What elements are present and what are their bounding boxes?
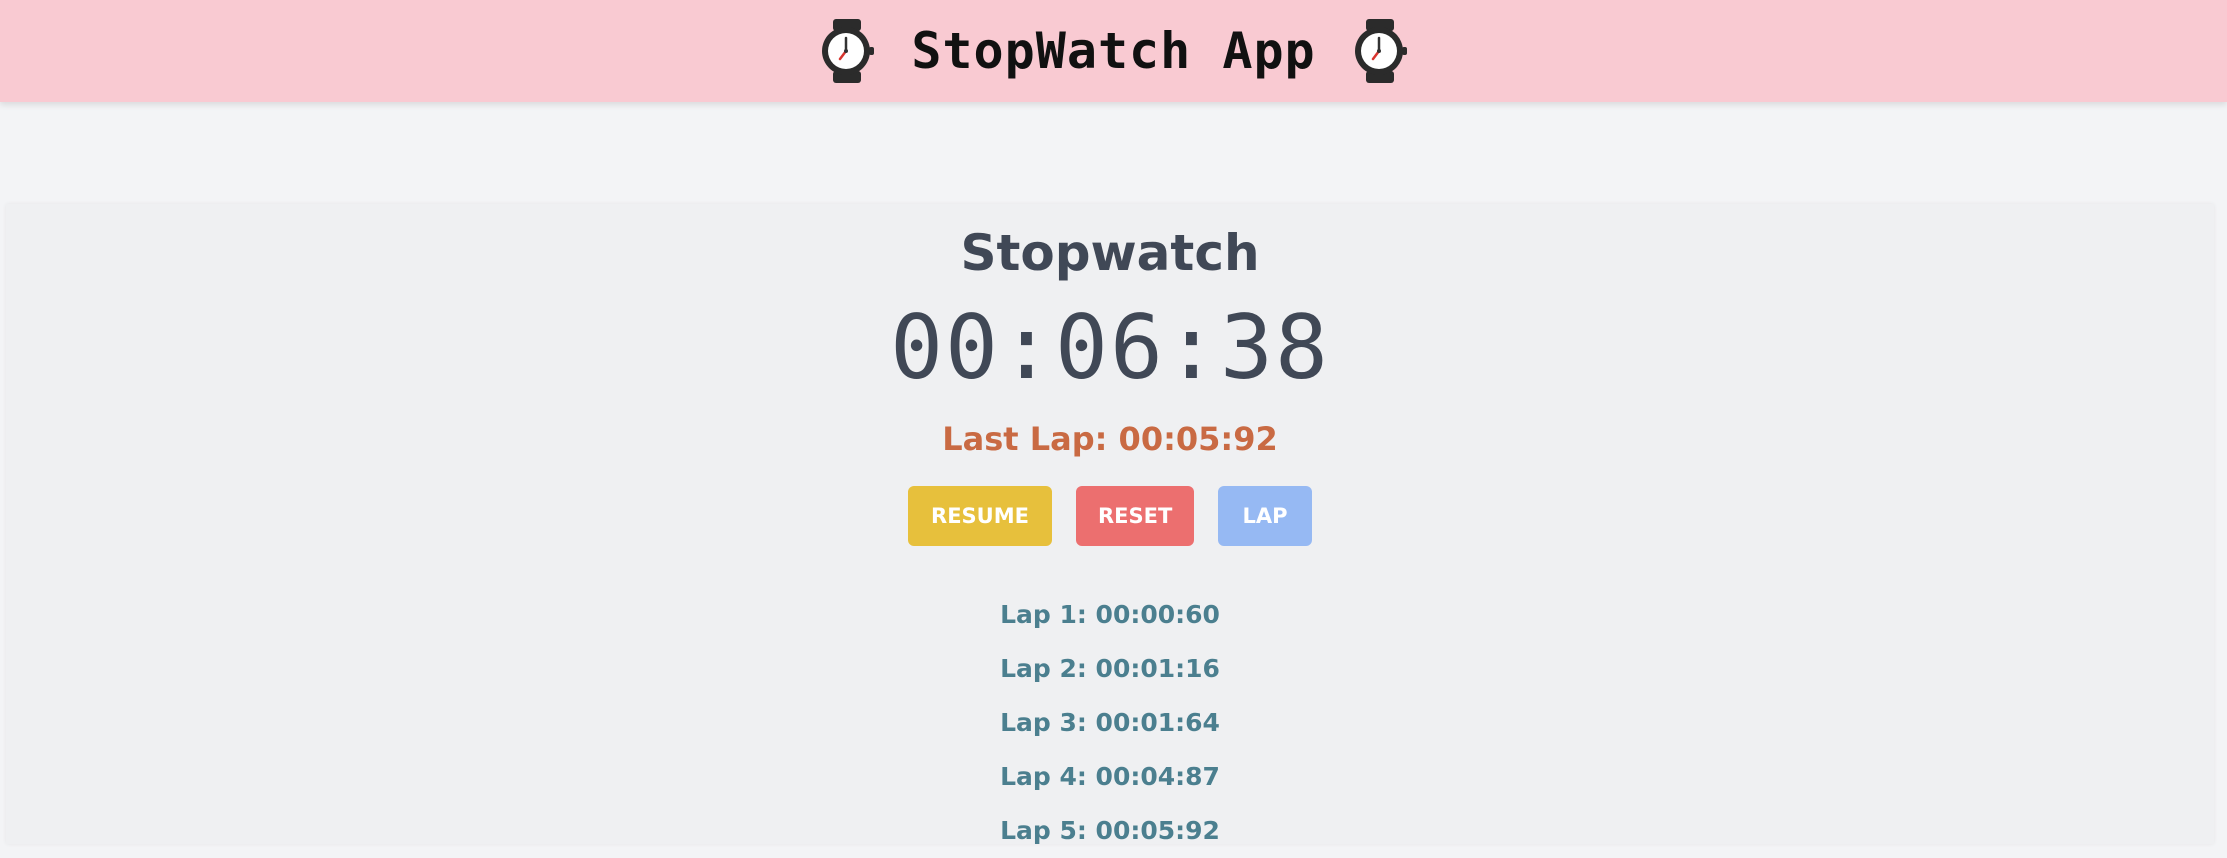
last-lap-text: Last Lap: 00:05:92 bbox=[942, 420, 1278, 458]
app-header: StopWatch App bbox=[0, 0, 2227, 102]
lap-item: Lap 3: 00:01:64 bbox=[1000, 708, 1220, 737]
lap-item: Lap 5: 00:05:92 bbox=[1000, 816, 1220, 845]
stopwatch-card: Stopwatch 00:06:38 Last Lap: 00:05:92 RE… bbox=[6, 204, 2214, 845]
timer-display: 00:06:38 bbox=[890, 296, 1330, 399]
wristwatch-icon bbox=[822, 19, 875, 83]
app-title: StopWatch App bbox=[911, 22, 1316, 80]
resume-button[interactable]: RESUME bbox=[908, 486, 1052, 546]
lap-item: Lap 2: 00:01:16 bbox=[1000, 654, 1220, 683]
lap-list: Lap 1: 00:00:60 Lap 2: 00:01:16 Lap 3: 0… bbox=[6, 588, 2214, 858]
control-buttons: RESUME RESET LAP bbox=[6, 486, 2214, 546]
lap-item: Lap 1: 00:00:60 bbox=[1000, 600, 1220, 629]
reset-button[interactable]: RESET bbox=[1076, 486, 1194, 546]
lap-item: Lap 4: 00:04:87 bbox=[1000, 762, 1220, 791]
lap-button[interactable]: LAP bbox=[1218, 486, 1312, 546]
wristwatch-icon bbox=[1354, 19, 1407, 83]
stopwatch-title: Stopwatch bbox=[960, 224, 1260, 282]
